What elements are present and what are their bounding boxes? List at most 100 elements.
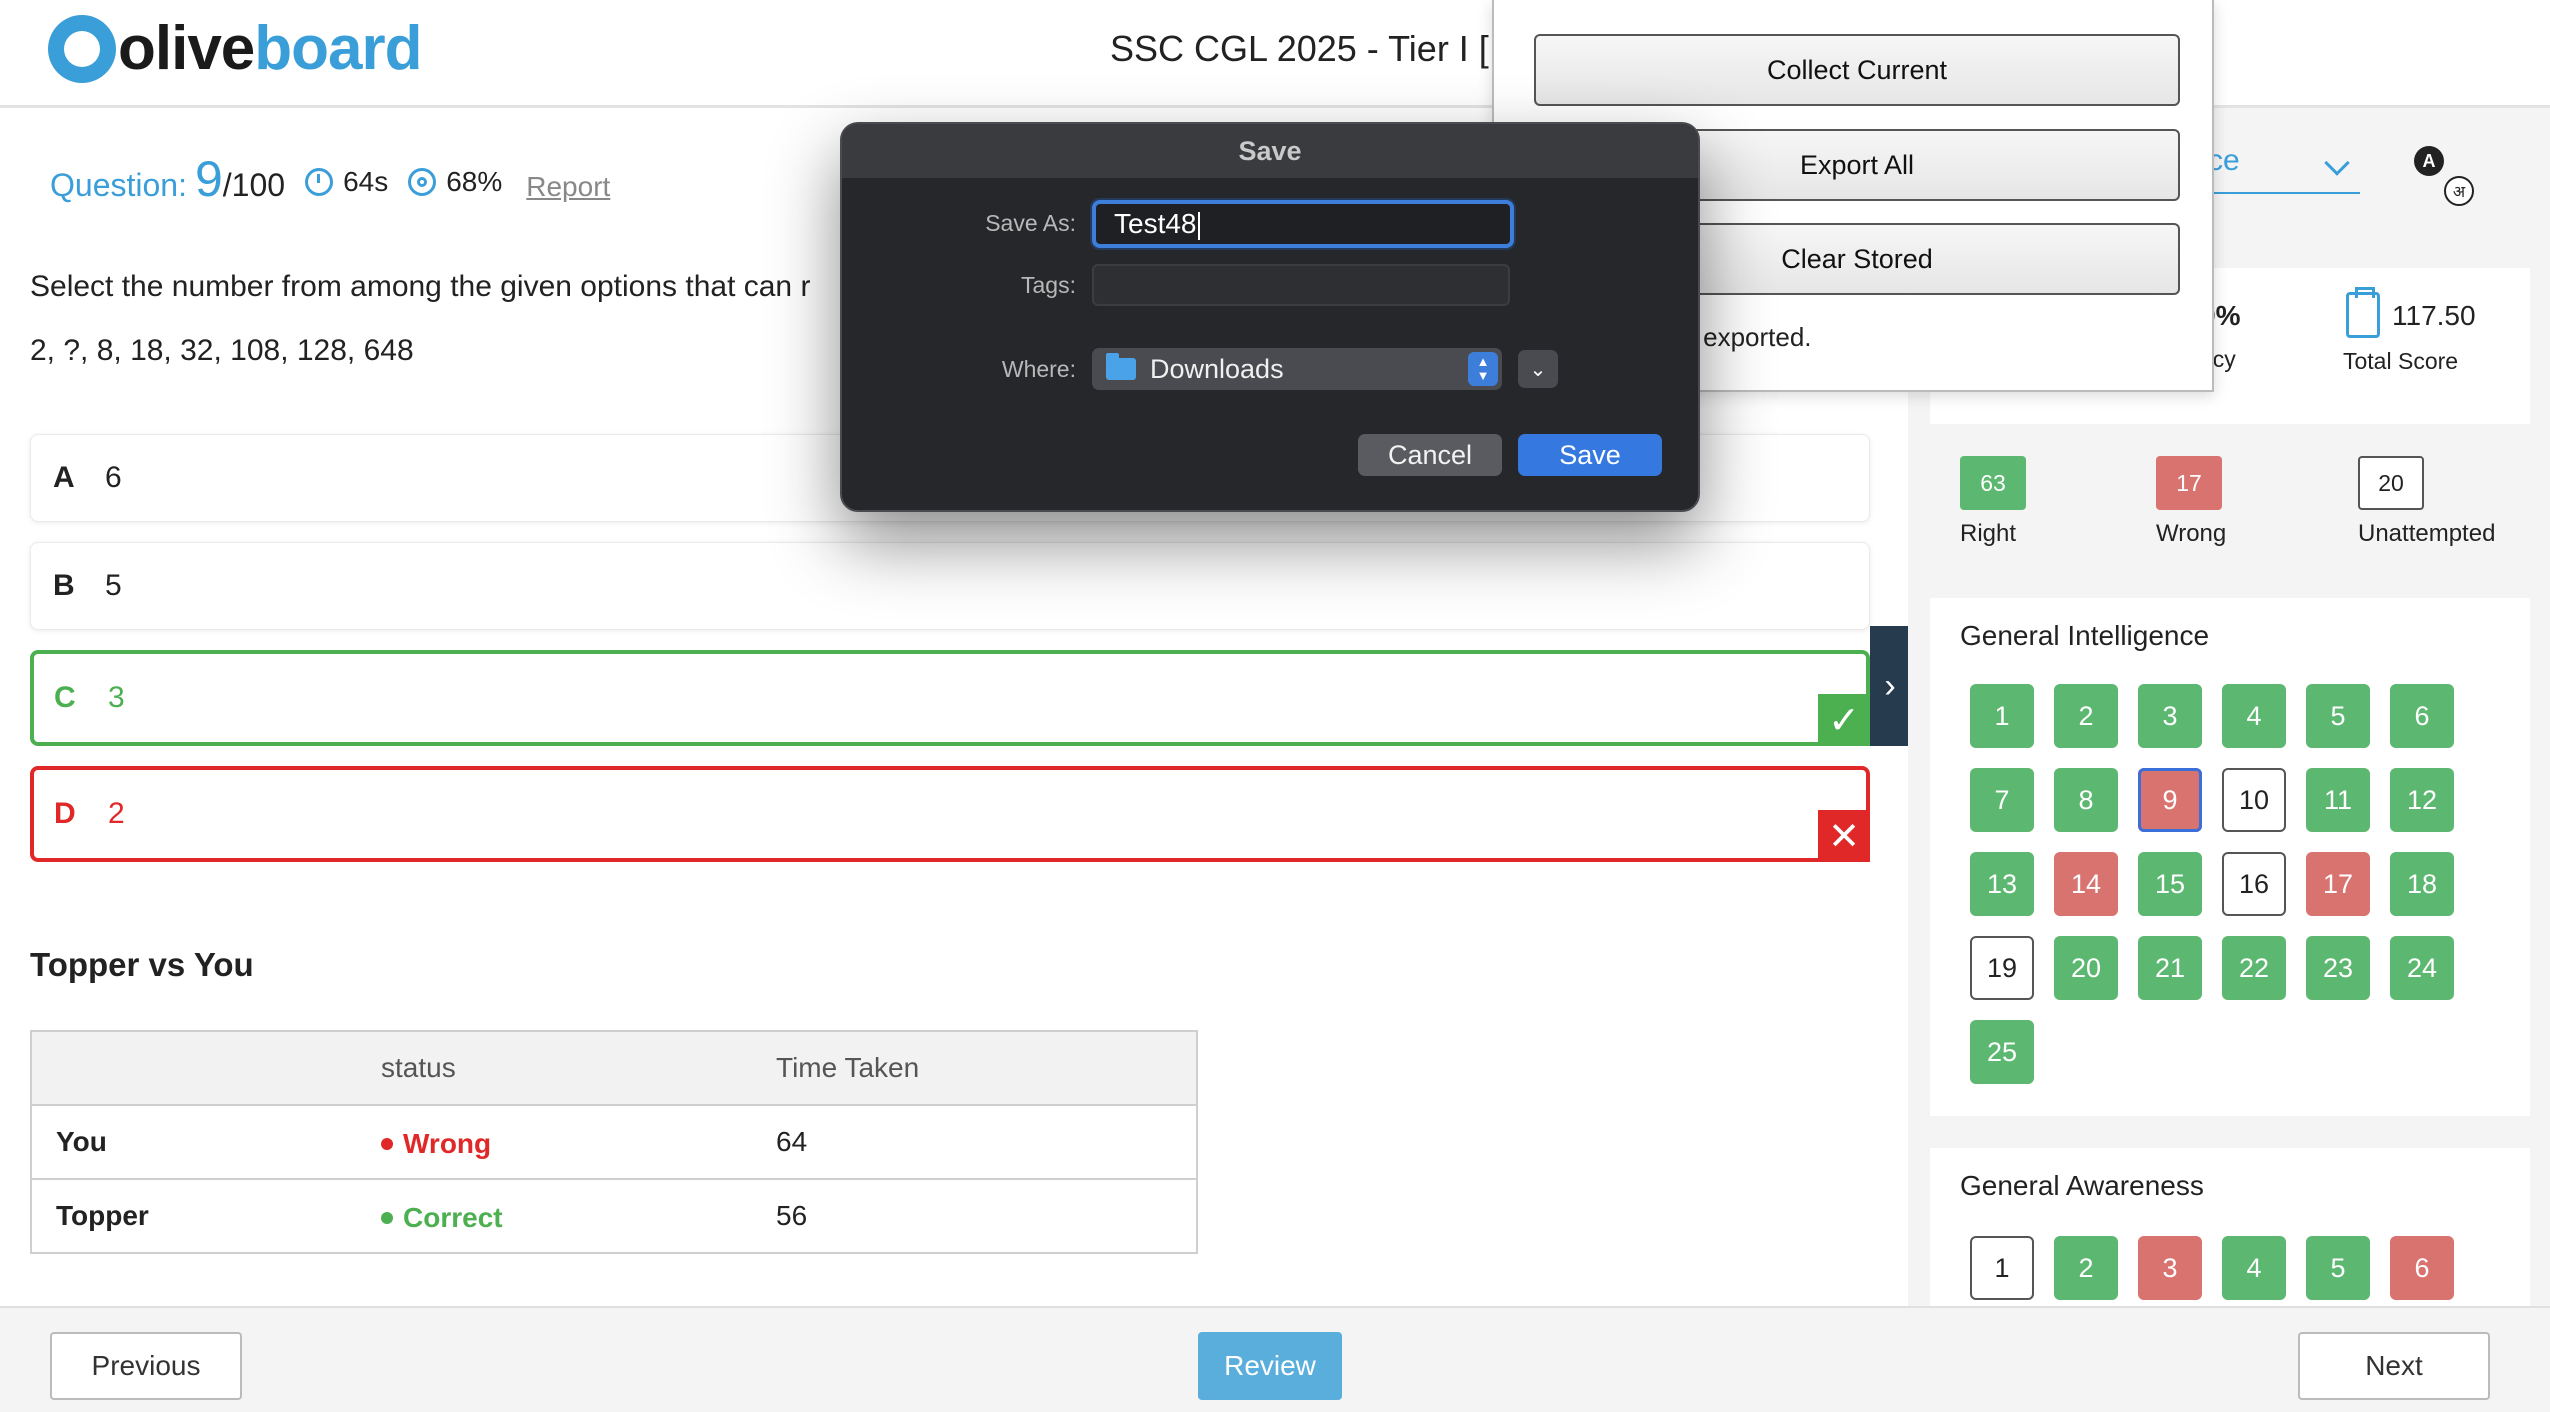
question-palette-button[interactable]: 2 [2054, 684, 2118, 748]
clock-icon [305, 168, 334, 196]
logo-text-olive: olive [118, 14, 255, 83]
option-value: 6 [105, 461, 122, 494]
tags-label: Tags: [1021, 272, 1076, 298]
folder-icon [1106, 353, 1136, 380]
right-count: 63 [1960, 456, 2026, 510]
status-badge: Correct [381, 1202, 503, 1234]
section-title: General Intelligence [1960, 620, 2210, 651]
question-palette-button[interactable]: 1 [1970, 1236, 2034, 1300]
save-button[interactable]: Save [1518, 434, 1662, 476]
option-d[interactable]: D 2 ✕ [30, 766, 1870, 862]
table-row: You Wrong 64 [31, 1104, 1197, 1179]
question-palette-button[interactable]: 6 [2390, 1236, 2454, 1300]
save-as-value: Test48 [1114, 208, 1197, 239]
option-c[interactable]: C 3 ✓ [30, 650, 1870, 746]
time-taken: 64s [305, 166, 388, 198]
save-as-field[interactable]: Test48 [1092, 200, 1514, 248]
question-palette-button[interactable]: 14 [2054, 852, 2118, 916]
question-total: /100 [222, 167, 286, 203]
language-toggle-icon[interactable]: A अ [2410, 142, 2480, 212]
row-time: 56 [776, 1178, 1197, 1253]
question-palette-button[interactable]: 11 [2306, 768, 2370, 832]
where-select[interactable]: Downloads ▲ ▼ [1092, 348, 1502, 390]
status-text: Correct [403, 1201, 503, 1233]
review-button[interactable]: Review [1198, 1332, 1342, 1400]
option-value: 2 [108, 797, 125, 830]
option-value: 3 [108, 681, 125, 714]
option-b[interactable]: B 5 [30, 542, 1870, 630]
previous-button[interactable]: Previous [50, 1332, 242, 1400]
question-palette-button[interactable]: 5 [2306, 1236, 2370, 1300]
question-palette-button[interactable]: 10 [2222, 768, 2286, 832]
question-palette-button[interactable]: 8 [2054, 768, 2118, 832]
unattempted-count: 20 [2358, 456, 2424, 510]
question-palette-button[interactable]: 4 [2222, 684, 2286, 748]
unattempted-label: Unattempted [2358, 520, 2496, 547]
question-palette-button[interactable]: 24 [2390, 936, 2454, 1000]
save-as-label: Save As: [985, 210, 1076, 236]
question-palette-button[interactable]: 16 [2222, 852, 2286, 916]
question-palette-button[interactable]: 13 [1970, 852, 2034, 916]
status-text: Wrong [403, 1127, 492, 1159]
status-dot-icon [381, 1211, 393, 1224]
chevron-down-icon [2324, 150, 2350, 176]
question-palette-button[interactable]: 21 [2138, 936, 2202, 1000]
section-title: General Awareness [1960, 1170, 2204, 1201]
collect-current-button[interactable]: Collect Current [1534, 34, 2180, 106]
footer-bar: Previous Review Next [0, 1306, 2550, 1412]
where-value: Downloads [1150, 354, 1284, 384]
status-badge: Wrong [381, 1128, 491, 1160]
question-palette-button[interactable]: 5 [2306, 684, 2370, 748]
table-row: Topper Correct 56 [31, 1178, 1197, 1253]
question-palette-button[interactable]: 6 [2390, 684, 2454, 748]
oliveboard-logo[interactable]: oliveboard [48, 12, 423, 86]
tags-field[interactable] [1092, 264, 1510, 306]
question-palette-button[interactable]: 23 [2306, 936, 2370, 1000]
question-palette-button[interactable]: 20 [2054, 936, 2118, 1000]
lang-a-glyph: A [2414, 146, 2444, 176]
option-letter: B [53, 569, 75, 602]
accuracy-meta: 68% [408, 166, 502, 198]
checkmark-icon: ✓ [1818, 694, 1870, 746]
question-text: Select the number from among the given o… [30, 270, 811, 303]
question-palette-button[interactable]: 25 [1970, 1020, 2034, 1084]
report-link[interactable]: Report [526, 171, 610, 203]
logo-mark-icon [48, 15, 116, 83]
question-palette-button[interactable]: 9 [2138, 768, 2202, 832]
question-palette-button[interactable]: 17 [2306, 852, 2370, 916]
question-meta: Question: 9 /100 64s 68% Report [50, 150, 610, 208]
logo-text-board: board [254, 14, 422, 83]
question-palette-button[interactable]: 18 [2390, 852, 2454, 916]
question-palette-button[interactable]: 3 [2138, 1236, 2202, 1300]
option-letter: A [53, 461, 75, 494]
accuracy-value: 68% [446, 166, 503, 197]
question-palette-button[interactable]: 15 [2138, 852, 2202, 916]
panel-toggle-chevron-right-icon[interactable]: › [1870, 626, 1910, 746]
option-value: 5 [105, 569, 122, 602]
summary-right: 63 Right [1960, 456, 2026, 548]
right-label: Right [1960, 520, 2017, 547]
question-palette-button[interactable]: 4 [2222, 1236, 2286, 1300]
total-score-label: Total Score [2343, 348, 2459, 374]
question-palette-button[interactable]: 1 [1970, 684, 2034, 748]
question-palette-button[interactable]: 2 [2054, 1236, 2118, 1300]
page-title: SSC CGL 2025 - Tier I [ [1110, 28, 1489, 69]
question-palette-button[interactable]: 7 [1970, 768, 2034, 832]
next-button[interactable]: Next [2298, 1332, 2490, 1400]
table-header [31, 1031, 381, 1105]
question-palette-button[interactable]: 22 [2222, 936, 2286, 1000]
topper-vs-you-table: status Time Taken You Wrong 64 Topper Co… [30, 1030, 1198, 1254]
summary-wrong: 17 Wrong [2156, 456, 2226, 548]
cancel-button[interactable]: Cancel [1358, 434, 1502, 476]
question-palette-button[interactable]: 3 [2138, 684, 2202, 748]
status-dot-icon [381, 1137, 393, 1150]
table-header: status [381, 1031, 776, 1105]
expand-chevron-down-icon[interactable]: ⌄ [1518, 350, 1558, 388]
total-score-value: 117.50 [2392, 300, 2476, 331]
updown-stepper-icon: ▲ ▼ [1468, 352, 1498, 386]
table-header-row: status Time Taken [31, 1031, 1197, 1105]
question-palette-button[interactable]: 12 [2390, 768, 2454, 832]
summary-unattempted: 20 Unattempted [2358, 456, 2495, 548]
question-palette-button[interactable]: 19 [1970, 936, 2034, 1000]
where-label: Where: [1001, 356, 1076, 382]
